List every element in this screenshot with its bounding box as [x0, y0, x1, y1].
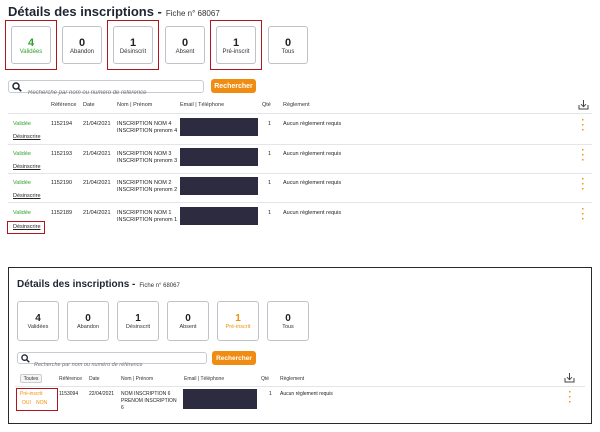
redacted-email: [180, 177, 258, 195]
card-absent[interactable]: 0 Absent: [167, 301, 209, 341]
search-input[interactable]: [34, 360, 206, 370]
search-box[interactable]: [8, 80, 204, 99]
card-tous[interactable]: 0 Tous: [267, 301, 309, 341]
header-date: Date: [83, 102, 95, 108]
panel-top: Détails des inscriptions - Fiche n° 68067…: [0, 0, 600, 252]
header-qty: Qté: [261, 376, 270, 382]
status-badge: Validée: [13, 210, 31, 216]
row-separator: [8, 202, 592, 203]
non-link[interactable]: NON: [36, 400, 47, 406]
header-payment: Règlement: [280, 376, 305, 382]
toutes-button[interactable]: Toutes: [20, 374, 42, 383]
redacted-email: [180, 207, 258, 225]
cell-reference: 1153094: [59, 391, 79, 397]
cell-payment: Aucun règlement requis: [283, 121, 342, 127]
cell-name-line2: PRENOM INSCRIPTION: [121, 398, 177, 404]
kebab-menu-icon[interactable]: · · ·: [578, 205, 588, 225]
redacted-email: [180, 148, 258, 166]
header-separator: [15, 386, 585, 387]
download-icon[interactable]: [564, 372, 575, 383]
fiche-number: Fiche n° 68067: [165, 9, 220, 18]
header-name: Nom | Prénom: [121, 376, 154, 382]
header-email: Email | Téléphone: [184, 376, 225, 382]
cell-date: 21/04/2021: [83, 210, 111, 216]
cell-reference: 1152194: [51, 121, 73, 127]
row-separator: [8, 144, 592, 145]
cell-qty: 1: [268, 151, 272, 157]
row-separator: [8, 173, 592, 174]
cell-date: 21/04/2021: [83, 180, 111, 186]
desinscrire-link[interactable]: Désinscrire: [13, 164, 41, 170]
status-badge: Pré-inscrit: [20, 391, 43, 397]
header-qty: Qté: [262, 102, 271, 108]
header-name: Nom | Prénom: [117, 102, 153, 108]
cell-payment: Aucun règlement requis: [283, 210, 342, 216]
header-payment: Règlement: [283, 102, 310, 108]
magnifier-icon: [12, 82, 22, 92]
card-preinscrit[interactable]: 1 Pré-inscrit: [217, 301, 259, 341]
kebab-menu-icon[interactable]: · · ·: [565, 388, 575, 408]
status-badge: Validée: [13, 121, 31, 127]
card-abandon[interactable]: 0 Abandon: [67, 301, 109, 341]
cell-reference: 1152189: [51, 210, 73, 216]
header-reference: Référence: [51, 102, 77, 108]
search-button[interactable]: Rechercher: [211, 79, 256, 93]
desinscrire-link[interactable]: Désinscrire: [13, 224, 41, 230]
status-badge: Validée: [13, 151, 31, 157]
kebab-menu-icon[interactable]: · · ·: [578, 146, 588, 166]
panel-bottom: Détails des inscriptions - Fiche n° 68067…: [8, 267, 592, 424]
desinscrire-link[interactable]: Désinscrire: [13, 134, 41, 140]
cell-qty: 1: [268, 180, 272, 186]
search-input[interactable]: [28, 87, 203, 99]
oui-link[interactable]: OUI: [22, 400, 31, 406]
search-button[interactable]: Rechercher: [212, 351, 256, 365]
header-date: Date: [89, 376, 100, 382]
kebab-menu-icon[interactable]: · · ·: [578, 116, 588, 136]
cell-payment: Aucun règlement requis: [283, 180, 342, 186]
desinscrire-link[interactable]: Désinscrire: [13, 193, 41, 199]
card-preinscrit[interactable]: 1 Pré-inscrit: [216, 26, 256, 64]
card-tous[interactable]: 0 Tous: [268, 26, 308, 64]
status-badge: Validée: [13, 180, 31, 186]
card-validees[interactable]: 4 Validées: [11, 26, 51, 64]
redacted-email: [180, 118, 258, 136]
search-box[interactable]: [17, 352, 207, 370]
card-desinscrit[interactable]: 1 Désinscrit: [113, 26, 153, 64]
cell-qty: 1: [268, 210, 272, 216]
header-reference: Référence: [59, 376, 83, 382]
cell-name-line3: 6: [121, 405, 124, 411]
fiche-number: Fiche n° 68067: [139, 283, 180, 289]
card-desinscrit[interactable]: 1 Désinscrit: [117, 301, 159, 341]
page-title: Détails des inscriptions - Fiche n° 68067: [8, 4, 220, 19]
cell-name-line1: NOM INSCRIPTION 6: [121, 391, 171, 397]
cell-reference: 1152193: [51, 151, 73, 157]
cell-date: 21/04/2021: [83, 151, 111, 157]
cell-qty: 1: [268, 121, 272, 127]
page-title: Détails des inscriptions - Fiche n° 68067: [17, 279, 180, 290]
download-icon[interactable]: [578, 99, 589, 110]
cell-date: 22/04/2021: [89, 391, 115, 397]
cell-date: 21/04/2021: [83, 121, 111, 127]
cell-qty: 1: [269, 391, 272, 397]
card-validees[interactable]: 4 Validées: [17, 301, 59, 341]
header-separator: [8, 113, 592, 114]
cell-payment: Aucun règlement requis: [283, 151, 342, 157]
cell-name-line2: INSCRIPTION prenom 1: [117, 217, 178, 223]
cell-name-line2: INSCRIPTION prenom 3: [117, 158, 178, 164]
cell-name-line2: INSCRIPTION prenom 2: [117, 187, 178, 193]
cell-payment: Aucun règlement requis: [280, 391, 333, 397]
card-abandon[interactable]: 0 Abandon: [62, 26, 102, 64]
cell-name-line2: INSCRIPTION prenom 4: [117, 128, 178, 134]
kebab-menu-icon[interactable]: · · ·: [578, 175, 588, 195]
card-absent[interactable]: 0 Absent: [165, 26, 205, 64]
header-email: Email | Téléphone: [180, 102, 225, 108]
redacted-email: [183, 389, 257, 409]
cell-reference: 1152190: [51, 180, 73, 186]
magnifier-icon: [21, 354, 30, 363]
